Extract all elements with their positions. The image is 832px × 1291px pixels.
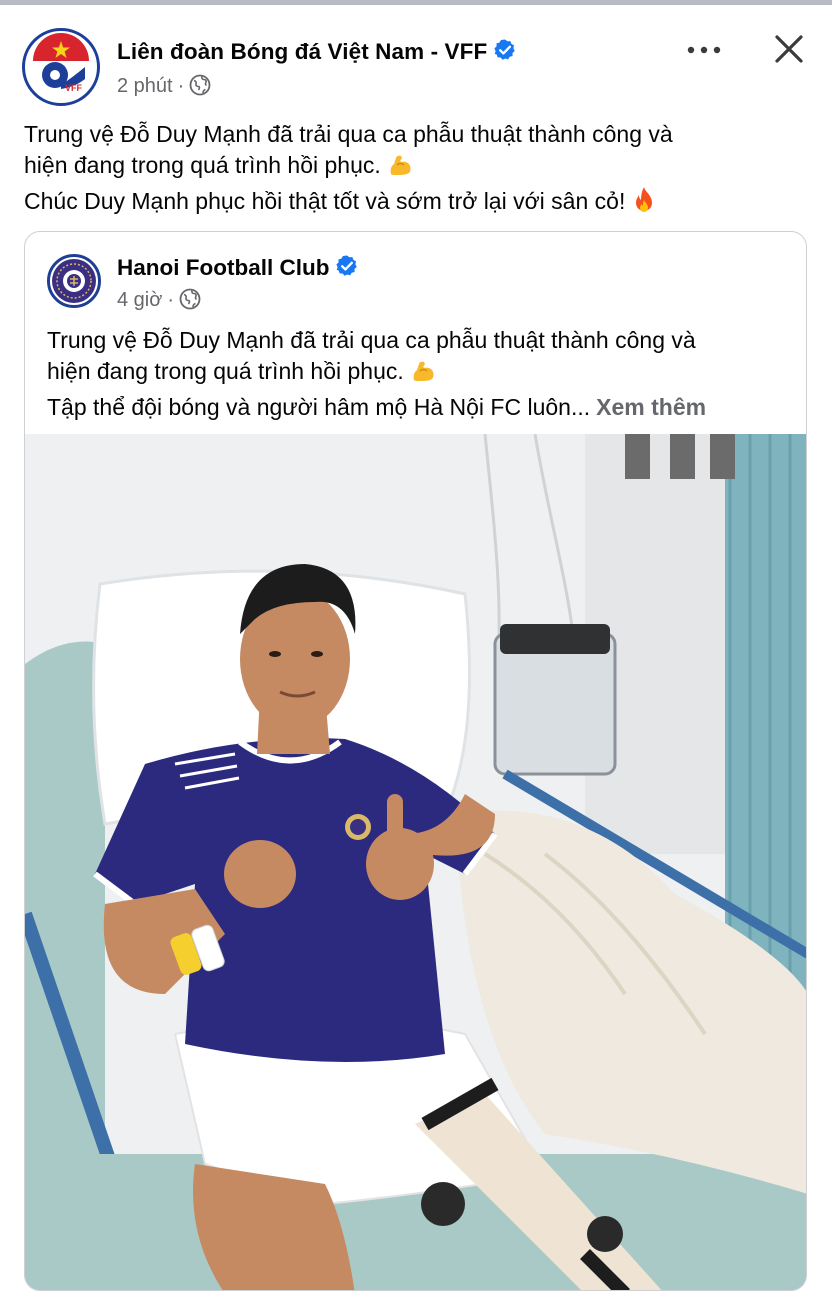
post-text-line: Trung vệ Đỗ Duy Mạnh đã trải qua ca phẫu… — [24, 121, 673, 147]
post-meta: 2 phút · — [117, 74, 211, 102]
more-options-icon[interactable] — [684, 38, 724, 62]
flexed-biceps-icon — [387, 152, 413, 186]
shared-text-line: hiện đang trong quá trình hồi phục. — [47, 358, 404, 384]
vff-logo-text: VFF — [65, 83, 83, 93]
post-text-line: hiện đang trong quá trình hồi phục. — [24, 152, 381, 178]
shared-post-author-name[interactable]: Hanoi Football Club — [117, 255, 329, 280]
shared-text-line: Tập thể đội bóng và người hâm mộ Hà Nội … — [47, 394, 591, 420]
flexed-biceps-icon — [410, 358, 436, 392]
vff-avatar[interactable]: VFF — [22, 28, 100, 106]
fire-icon — [631, 186, 657, 222]
meta-separator: · — [177, 75, 185, 97]
shared-post-time[interactable]: 4 giờ — [117, 289, 162, 311]
vff-logo: VFF — [29, 33, 93, 99]
shared-text-line-row: Tập thể đội bóng và người hâm mộ Hà Nội … — [47, 392, 806, 423]
post-text-line-row: hiện đang trong quá trình hồi phục. — [24, 150, 814, 186]
post-photo[interactable] — [25, 434, 806, 1290]
shared-text-line: Trung vệ Đỗ Duy Mạnh đã trải qua ca phẫu… — [47, 327, 696, 353]
post-header: VFF Liên đoàn Bóng đá Việt Nam - VFF 2 p… — [0, 20, 832, 120]
see-more-link[interactable]: Xem thêm — [596, 394, 706, 420]
globe-icon — [179, 288, 201, 316]
shared-text-line-row: hiện đang trong quá trình hồi phục. — [47, 356, 806, 392]
globe-icon — [189, 74, 211, 102]
shared-post-author[interactable]: Hanoi Football Club — [117, 254, 359, 284]
hanoi-fc-avatar[interactable] — [47, 254, 101, 308]
verified-badge-icon — [335, 254, 359, 284]
top-divider — [0, 0, 832, 5]
meta-separator: · — [167, 289, 175, 311]
post-text-line: Chúc Duy Mạnh phục hồi thật tốt và sớm t… — [24, 188, 626, 214]
shared-post-meta: 4 giờ · — [117, 288, 201, 316]
shared-post-body: Trung vệ Đỗ Duy Mạnh đã trải qua ca phẫu… — [47, 325, 806, 423]
shared-post-card[interactable]: Hanoi Football Club 4 giờ · Trung vệ Đỗ D… — [24, 231, 807, 1291]
post-author[interactable]: Liên đoàn Bóng đá Việt Nam - VFF — [117, 38, 517, 68]
hanoi-fc-logo — [52, 259, 96, 303]
post-text-line-row: Chúc Duy Mạnh phục hồi thật tốt và sớm t… — [24, 186, 814, 222]
post-author-name[interactable]: Liên đoàn Bóng đá Việt Nam - VFF — [117, 39, 487, 64]
verified-badge-icon — [493, 38, 517, 68]
close-icon[interactable] — [772, 32, 806, 66]
post-time[interactable]: 2 phút — [117, 75, 173, 97]
hospital-photo-illustration — [25, 434, 806, 1290]
post-body: Trung vệ Đỗ Duy Mạnh đã trải qua ca phẫu… — [24, 119, 814, 222]
